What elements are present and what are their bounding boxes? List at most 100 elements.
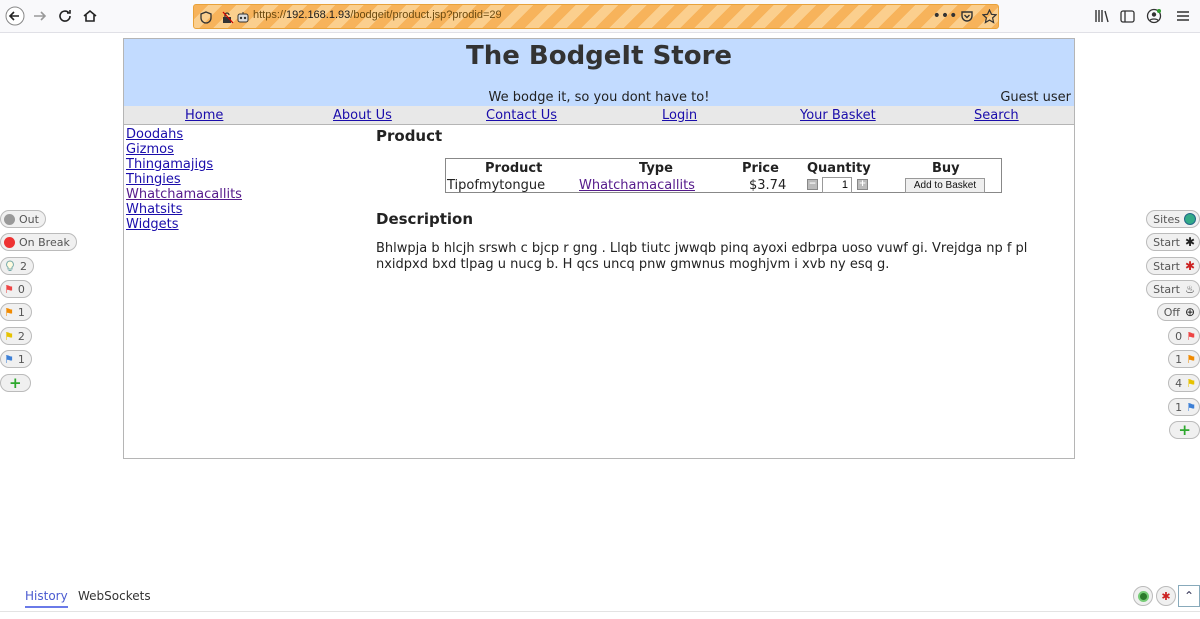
nav-login[interactable]: Login	[662, 108, 697, 123]
nav-your-basket[interactable]: Your Basket	[800, 108, 876, 123]
product-price: $3.74	[749, 178, 787, 193]
nav-about-us[interactable]: About Us	[333, 108, 392, 123]
add-to-basket-button[interactable]: Add to Basket	[905, 178, 985, 193]
hud-right-medium-count: 1	[1175, 352, 1183, 366]
hud-ajax-spider-start[interactable]: Start ✱	[1146, 257, 1200, 275]
hud-left-add-tool[interactable]: +	[0, 374, 31, 392]
hud-site-alerts-low[interactable]: 4 ⚑	[1168, 374, 1200, 392]
red-flag-icon: ⚑	[4, 282, 14, 296]
category-doodahs[interactable]: Doodahs	[126, 127, 242, 142]
account-icon[interactable]	[1143, 4, 1165, 28]
ajax-spider-icon: ✱	[1184, 259, 1196, 273]
description-heading: Description	[376, 210, 474, 228]
shield-icon[interactable]	[197, 8, 215, 26]
hud-page-alerts-low[interactable]: ⚑ 2	[0, 327, 32, 345]
hud-sites-button[interactable]: Sites	[1146, 210, 1200, 228]
header-price: Price	[742, 161, 779, 176]
hud-site-alerts-medium[interactable]: 1 ⚑	[1168, 350, 1200, 368]
hud-right-informational-count: 1	[1175, 400, 1183, 414]
hud-status-icon[interactable]	[1133, 586, 1153, 606]
yellow-flag-icon: ⚑	[4, 329, 14, 343]
hud-left-high-count: 0	[17, 282, 25, 296]
hud-site-alerts-informational[interactable]: 1 ⚑	[1168, 398, 1200, 416]
store-page: The BodgeIt Store We bodge it, so you do…	[123, 38, 1075, 459]
plus-icon: +	[9, 374, 22, 392]
nav-contact-us[interactable]: Contact Us	[486, 108, 557, 123]
hud-left-informational-count: 1	[17, 352, 25, 366]
bookmark-star-icon[interactable]	[978, 4, 1000, 28]
hud-page-alerts-medium[interactable]: ⚑ 1	[0, 303, 32, 321]
hud-out-label: Out	[19, 212, 39, 226]
quantity-increase-button[interactable]: +	[857, 179, 868, 190]
home-icon[interactable]	[78, 4, 102, 28]
library-icon[interactable]	[1091, 4, 1113, 28]
red-dot-icon	[4, 236, 15, 248]
store-banner: The BodgeIt Store We bodge it, so you do…	[124, 39, 1074, 106]
hud-page-alerts-informational[interactable]: ⚑ 1	[0, 350, 32, 368]
blue-flag-icon: ⚑	[4, 352, 14, 366]
store-navbar: Home About Us Contact Us Login Your Bask…	[124, 106, 1074, 125]
tab-history[interactable]: History	[25, 589, 68, 608]
hud-right-low-count: 4	[1175, 376, 1183, 390]
hud-bug-icon[interactable]: ✱	[1156, 586, 1176, 606]
forward-icon[interactable]	[28, 4, 52, 28]
header-quantity: Quantity	[807, 161, 871, 176]
hud-right-add-tool[interactable]: +	[1169, 421, 1200, 439]
store-tagline: We bodge it, so you dont have to!	[488, 90, 710, 105]
sidebar-icon[interactable]	[1116, 4, 1138, 28]
robot-icon[interactable]	[234, 8, 252, 26]
hud-spider-start[interactable]: Start ✱	[1146, 233, 1200, 251]
hud-active-scan-start[interactable]: Start ♨	[1146, 280, 1200, 298]
category-thingies[interactable]: Thingies	[126, 172, 242, 187]
spider-icon: ✱	[1184, 235, 1196, 249]
grey-dot-icon	[4, 213, 15, 225]
nav-home[interactable]: Home	[185, 108, 223, 123]
hud-attack-mode-toggle[interactable]: Off ⊕	[1156, 303, 1200, 321]
hud-attack-label: Off	[1163, 305, 1180, 319]
store-title: The BodgeIt Store	[465, 41, 733, 71]
back-icon[interactable]	[3, 4, 27, 28]
hud-break-toggle[interactable]: On Break	[0, 233, 77, 251]
menu-icon[interactable]	[1172, 4, 1194, 28]
red-flag-icon: ⚑	[1186, 329, 1196, 343]
bottom-divider	[0, 611, 1200, 612]
product-table: Product Type Price Quantity Buy Tipofmyt…	[445, 158, 1002, 193]
quantity-decrease-button[interactable]: −	[807, 179, 818, 190]
user-status: Guest user	[1000, 90, 1071, 105]
hud-sites-label: Sites	[1153, 212, 1180, 226]
header-type: Type	[639, 161, 673, 176]
green-dot-icon	[1137, 590, 1149, 602]
category-whatchamacallits[interactable]: Whatchamacallits	[126, 187, 242, 202]
reload-icon[interactable]	[53, 4, 77, 28]
hud-left-info-count: 2	[20, 259, 27, 273]
product-name: Tipofmytongue	[447, 178, 546, 193]
hud-page-alerts-info[interactable]: 2	[0, 257, 34, 275]
category-sidebar: Doodahs Gizmos Thingamajigs Thingies Wha…	[126, 127, 242, 232]
header-product: Product	[485, 161, 543, 176]
hud-active-label: Start	[1153, 282, 1180, 296]
hud-out-toggle[interactable]: Out	[0, 210, 46, 228]
pocket-icon[interactable]	[956, 4, 978, 28]
chevron-up-icon: ⌃	[1183, 589, 1195, 603]
product-type-link[interactable]: Whatchamacallits	[579, 178, 695, 193]
quantity-input[interactable]	[822, 177, 852, 193]
collapse-drawer-button[interactable]: ⌃	[1178, 585, 1200, 607]
category-gizmos[interactable]: Gizmos	[126, 142, 242, 157]
hud-break-label: On Break	[19, 235, 70, 249]
header-buy: Buy	[932, 161, 960, 176]
page-actions-icon[interactable]: •••	[933, 4, 958, 28]
url-text[interactable]: https://192.168.1.93/bodgeit/product.jsp…	[253, 9, 502, 21]
tab-websockets[interactable]: WebSockets	[78, 589, 151, 603]
hud-page-alerts-high[interactable]: ⚑ 0	[0, 280, 32, 298]
hud-ajax-label: Start	[1153, 259, 1180, 273]
category-whatsits[interactable]: Whatsits	[126, 202, 242, 217]
category-thingamajigs[interactable]: Thingamajigs	[126, 157, 242, 172]
url-path: /bodgeit/product.jsp?prodid=29	[350, 9, 502, 21]
nav-search[interactable]: Search	[974, 108, 1019, 123]
crosshair-icon: ⊕	[1184, 305, 1196, 319]
category-widgets[interactable]: Widgets	[126, 217, 242, 232]
hud-spider-label: Start	[1153, 235, 1180, 249]
globe-icon	[1184, 213, 1196, 225]
hud-site-alerts-high[interactable]: 0 ⚑	[1168, 327, 1200, 345]
yellow-flag-icon: ⚑	[1186, 376, 1196, 390]
